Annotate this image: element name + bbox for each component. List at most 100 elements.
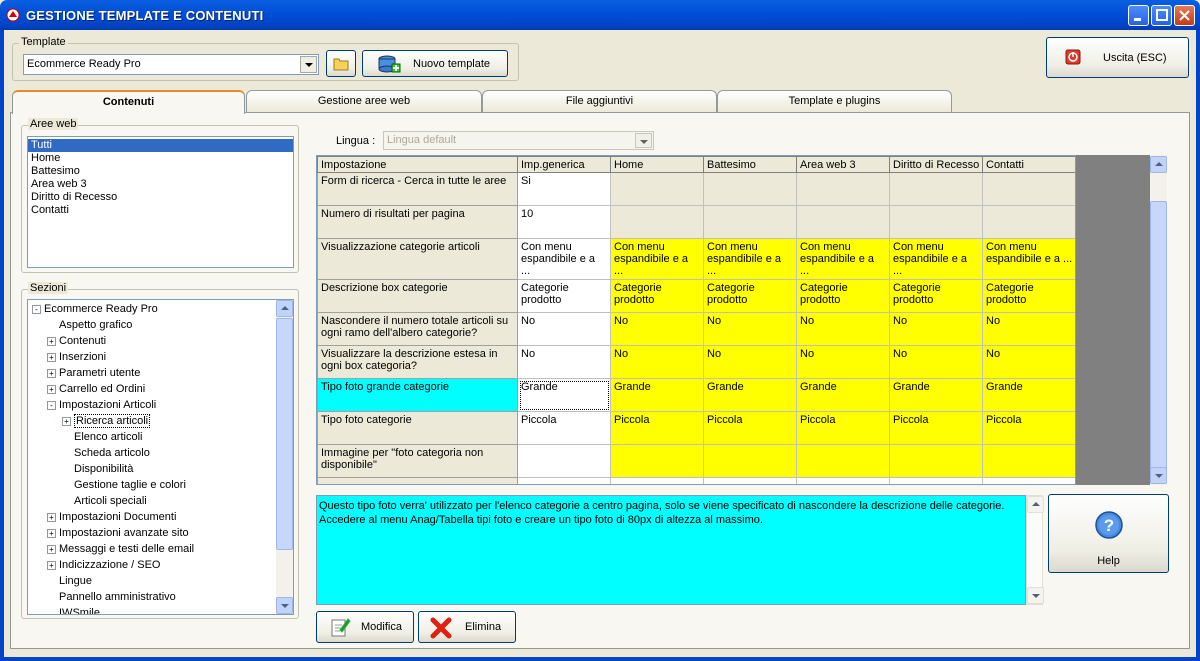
lingua-select[interactable]: Lingua default [383, 131, 654, 150]
area-value-cell[interactable]: Categorie prodotto [703, 279, 797, 313]
settings-grid[interactable]: Impostazione Imp.generica Home Battesimo Are… [316, 155, 1076, 485]
area-value-cell[interactable]: No [610, 312, 704, 346]
column-header[interactable]: Diritto di Recesso [889, 156, 983, 173]
tree-node[interactable]: IWSmile [47, 606, 100, 614]
area-value-cell[interactable]: Categorie prodotto [982, 279, 1075, 313]
setting-name-cell[interactable]: Visualizzare la descrizione estesa in og… [317, 345, 518, 379]
list-item[interactable]: Tutti [28, 139, 293, 152]
tree-node[interactable]: + Carrello ed Ordini [47, 382, 145, 396]
generic-value-cell[interactable]: No [517, 345, 611, 379]
area-value-cell[interactable]: Piccola [982, 411, 1075, 445]
template-select[interactable]: Ecommerce Ready Pro [23, 54, 319, 75]
generic-value-cell[interactable]: Piccola [517, 411, 611, 445]
setting-name-cell[interactable]: Immagine per "foto categoria non disponi… [317, 444, 518, 478]
tree-node[interactable]: + Messaggi e testi delle email [47, 542, 194, 556]
expand-icon[interactable]: + [47, 544, 56, 554]
area-value-cell[interactable] [889, 205, 983, 239]
area-value-cell[interactable] [982, 444, 1075, 478]
scroll-up-icon[interactable] [276, 300, 293, 317]
area-value-cell[interactable]: Con menu espandibile e a ... [889, 238, 983, 280]
generic-value-cell[interactable]: Con menu espandibile e a ... [517, 238, 611, 280]
area-value-cell[interactable]: Con menu espandibile e a ... [610, 238, 704, 280]
collapse-icon[interactable]: - [32, 304, 41, 314]
area-value-cell[interactable]: Grande [796, 378, 890, 412]
table-row[interactable]: Tipo foto categorie Piccola Piccola Piccola… [317, 411, 1075, 445]
table-row[interactable]: Descrizione box categorie Categorie prodo… [317, 279, 1075, 313]
tree-node[interactable]: + Parametri utente [47, 366, 140, 380]
tree-node[interactable]: Elenco articoli [62, 430, 142, 444]
modifica-button[interactable]: Modifica [316, 611, 414, 643]
aree-web-list[interactable]: Tutti Home Battesimo Area web 3 Diritto … [27, 136, 294, 268]
expand-icon[interactable]: + [47, 512, 56, 522]
expand-icon[interactable]: + [47, 368, 56, 378]
area-value-cell[interactable] [796, 444, 890, 478]
tree-node[interactable]: Gestione taglie e colori [62, 478, 186, 492]
generic-value-cell[interactable] [517, 444, 611, 478]
open-folder-button[interactable] [326, 50, 356, 77]
list-item[interactable]: Contatti [28, 204, 293, 217]
exit-button[interactable]: Uscita (ESC) [1046, 37, 1189, 78]
area-value-cell[interactable]: Con menu espandibile e a ... [982, 238, 1075, 280]
area-value-cell[interactable]: Con menu espandibile e a ... [796, 238, 890, 280]
area-value-cell[interactable]: No [982, 312, 1075, 346]
area-value-cell[interactable]: No [703, 312, 797, 346]
scroll-down-icon[interactable] [276, 597, 293, 614]
table-row[interactable]: Form di ricerca - Cerca in tutte le aree… [317, 172, 1075, 206]
area-value-cell[interactable] [889, 444, 983, 478]
tree-node[interactable]: Pannello amministrativo [47, 590, 176, 604]
scroll-down-icon[interactable] [1027, 587, 1044, 604]
tree-node[interactable]: Aspetto grafico [47, 318, 132, 332]
scroll-thumb[interactable] [276, 318, 293, 550]
tree-node[interactable]: + Impostazioni avanzate sito [47, 526, 189, 540]
generic-value-cell[interactable]: Si [517, 172, 611, 206]
area-value-cell[interactable]: No [889, 345, 983, 379]
scroll-down-icon[interactable] [1150, 467, 1167, 484]
tree-node[interactable]: - Impostazioni Articoli [47, 398, 156, 412]
maximize-button[interactable] [1151, 5, 1172, 26]
chevron-down-icon[interactable] [300, 56, 317, 73]
area-value-cell[interactable]: Grande [982, 378, 1075, 412]
area-value-cell[interactable]: No [889, 312, 983, 346]
tab-file-aggiuntivi[interactable]: File aggiuntivi [482, 90, 717, 112]
area-value-cell[interactable]: No [703, 345, 797, 379]
area-value-cell[interactable] [889, 172, 983, 206]
setting-name-cell[interactable]: Nascondere il numero totale articoli su … [317, 312, 518, 346]
generic-value-cell[interactable]: 10 [517, 205, 611, 239]
grid-scrollbar[interactable] [1150, 155, 1167, 485]
list-item[interactable]: Home [28, 152, 293, 165]
tab-gestione-aree-web[interactable]: Gestione aree web [246, 90, 482, 112]
tree-node[interactable]: + Inserzioni [47, 350, 106, 364]
area-value-cell[interactable] [796, 205, 890, 239]
scroll-up-icon[interactable] [1027, 496, 1044, 513]
area-value-cell[interactable]: Categorie prodotto [610, 279, 704, 313]
expand-icon[interactable]: + [47, 352, 56, 362]
column-header[interactable]: Imp.generica [517, 156, 611, 173]
list-item[interactable]: Diritto di Recesso [28, 191, 293, 204]
tree-node[interactable]: Lingue [47, 574, 92, 588]
column-header[interactable]: Impostazione [317, 156, 518, 173]
column-header[interactable]: Home [610, 156, 704, 173]
area-value-cell[interactable]: Categorie prodotto [796, 279, 890, 313]
area-value-cell[interactable] [982, 172, 1075, 206]
tree-node[interactable]: + Ricerca articoli [62, 414, 151, 428]
area-value-cell[interactable] [703, 172, 797, 206]
help-button[interactable]: ? Help [1048, 494, 1169, 573]
expand-icon[interactable]: + [62, 416, 71, 426]
tree-node[interactable]: Scheda articolo [62, 446, 150, 460]
area-value-cell[interactable]: Grande [889, 378, 983, 412]
area-value-cell[interactable]: No [796, 312, 890, 346]
area-value-cell[interactable] [982, 205, 1075, 239]
generic-value-cell[interactable]: Grande [517, 378, 611, 412]
scroll-thumb[interactable] [1150, 201, 1167, 479]
table-row[interactable]: Immagine per "foto categoria non disponi… [317, 444, 1075, 478]
collapse-icon[interactable]: - [47, 400, 56, 410]
setting-name-cell[interactable]: Tipo foto categorie [317, 411, 518, 445]
elimina-button[interactable]: Elimina [418, 611, 516, 643]
tree-node[interactable]: - Ecommerce Ready Pro [32, 302, 158, 316]
tree-node[interactable]: + Indicizzazione / SEO [47, 558, 161, 572]
table-row[interactable]: Tipo foto grande categorie Grande Grande Gr… [317, 378, 1075, 412]
area-value-cell[interactable] [703, 205, 797, 239]
tree-node[interactable]: Articoli speciali [62, 494, 147, 508]
area-value-cell[interactable]: Grande [703, 378, 797, 412]
area-value-cell[interactable]: Con menu espandibile e a ... [703, 238, 797, 280]
